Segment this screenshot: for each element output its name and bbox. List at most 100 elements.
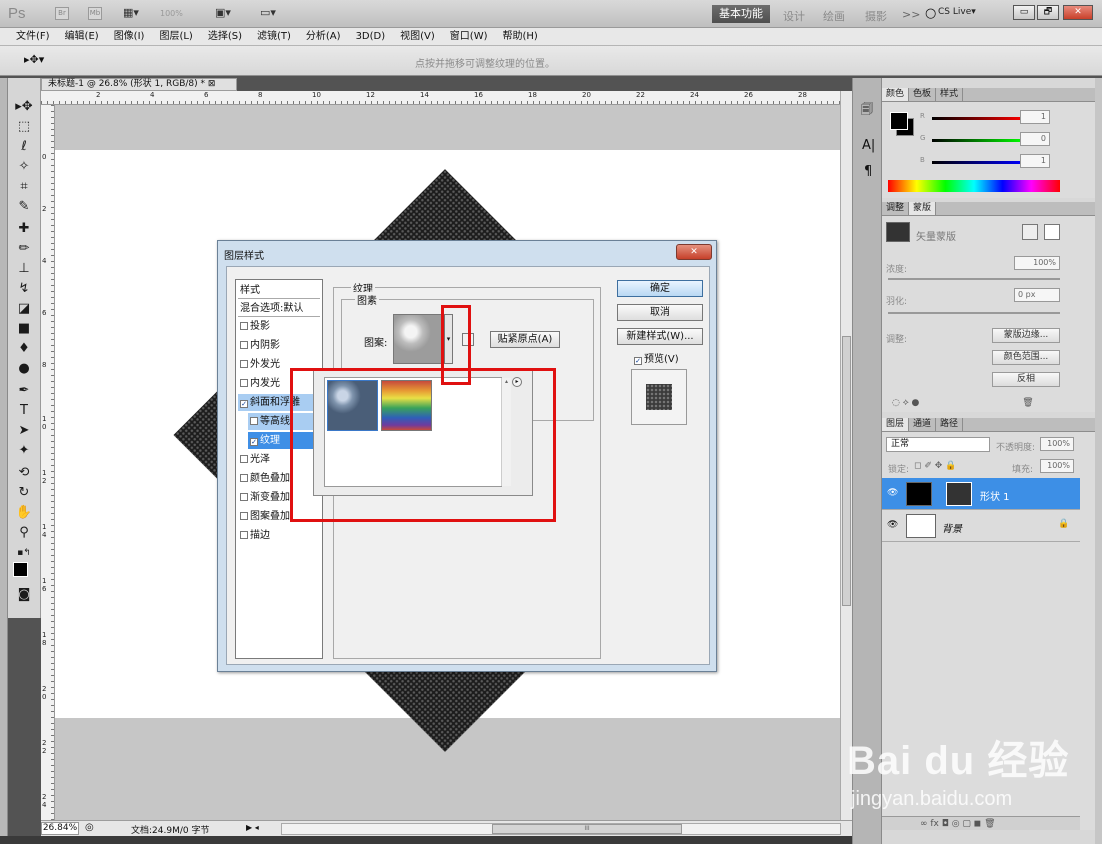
screen-mode-icon[interactable]: ▭▾	[255, 7, 281, 20]
marquee-tool-icon[interactable]: ⬚	[13, 118, 35, 136]
checkbox[interactable]	[240, 379, 248, 387]
menu-window[interactable]: 窗口(W)	[450, 28, 488, 46]
panel-scrollbar[interactable]	[1095, 78, 1102, 844]
tab-adjustments[interactable]: 调整	[882, 202, 910, 215]
custom-shape-tool-icon[interactable]: ✦	[13, 442, 35, 460]
tab-channels[interactable]: 通道	[909, 418, 937, 431]
menu-view[interactable]: 视图(V)	[400, 28, 435, 46]
style-inner-shadow[interactable]: 内阴影	[238, 337, 320, 354]
invert-button[interactable]: 反相	[992, 372, 1060, 387]
blending-options[interactable]: 混合选项:默认	[238, 300, 320, 317]
minimize-button[interactable]: ▭	[1013, 5, 1035, 20]
lock-icons[interactable]: ◻ ✐ ✥ 🔒	[914, 461, 956, 471]
hand-tool-icon[interactable]: ✋	[13, 504, 35, 522]
paragraph-panel-icon[interactable]: ¶	[864, 164, 872, 179]
type-tool-icon[interactable]: T	[13, 402, 35, 420]
tab-swatches[interactable]: 色板	[909, 88, 937, 101]
channel-r-value[interactable]: 1	[1020, 110, 1050, 124]
cs-live-menu[interactable]: CS Live▾	[938, 7, 976, 17]
checkbox[interactable]	[240, 474, 248, 482]
vertical-scroll-thumb[interactable]	[842, 336, 851, 606]
crop-tool-icon[interactable]: ⌗	[13, 178, 35, 196]
menu-analysis[interactable]: 分析(A)	[306, 28, 341, 46]
color-range-button[interactable]: 颜色范围...	[992, 350, 1060, 365]
pixel-mask-button[interactable]	[1022, 224, 1038, 240]
view-extras-icon[interactable]: ▦▾	[118, 7, 144, 20]
workspace-photography-button[interactable]: 摄影	[865, 8, 887, 24]
channel-b-slider[interactable]	[932, 161, 1024, 164]
bridge-icon[interactable]: Br	[55, 7, 69, 20]
blend-mode-select[interactable]: 正常	[886, 437, 990, 452]
channel-g-value[interactable]: 0	[1020, 132, 1050, 146]
tab-layers[interactable]: 图层	[882, 418, 910, 431]
preview-checkbox[interactable]: ✓ 预览(V)	[634, 350, 679, 365]
pen-tool-icon[interactable]: ✒	[13, 382, 35, 400]
fill-value[interactable]: 100%	[1040, 459, 1074, 473]
visibility-eye-icon[interactable]: 👁	[887, 520, 898, 530]
vector-mask-thumbnail[interactable]	[946, 482, 972, 506]
status-nav-arrows[interactable]: ▶ ◂	[246, 823, 259, 832]
checkbox[interactable]	[240, 341, 248, 349]
3d-orbit-tool-icon[interactable]: ↻	[13, 484, 35, 502]
dialog-close-button[interactable]: ✕	[676, 244, 712, 260]
feather-slider[interactable]	[888, 312, 1060, 314]
checkbox[interactable]: ✓	[634, 357, 642, 365]
density-value[interactable]: 100%	[1014, 256, 1060, 270]
tab-styles[interactable]: 样式	[936, 88, 964, 101]
channel-r-slider[interactable]	[932, 117, 1024, 120]
horizontal-scrollbar[interactable]: III	[281, 823, 841, 835]
mask-edge-button[interactable]: 蒙版边缘...	[992, 328, 1060, 343]
menu-image[interactable]: 图像(I)	[114, 28, 145, 46]
menu-help[interactable]: 帮助(H)	[503, 28, 538, 46]
checkbox[interactable]	[240, 322, 248, 330]
layer-name[interactable]: 形状 1	[980, 488, 1010, 503]
snap-to-origin-button[interactable]: 贴紧原点(A)	[490, 331, 560, 348]
pattern-swatch[interactable]	[393, 314, 443, 364]
zoom-tool-icon[interactable]: ⚲	[13, 524, 35, 542]
lasso-tool-icon[interactable]: ℓ	[13, 138, 35, 156]
swap-colors-icon[interactable]: ▪↰	[13, 544, 35, 562]
layer-row-shape1[interactable]: 👁 形状 1	[882, 478, 1080, 510]
brush-tool-icon[interactable]: ✏	[13, 240, 35, 258]
channel-b-value[interactable]: 1	[1020, 154, 1050, 168]
status-info-icon[interactable]: ◎	[85, 822, 94, 833]
menu-3d[interactable]: 3D(D)	[356, 28, 386, 46]
tab-color[interactable]: 颜色	[882, 88, 910, 101]
opacity-value[interactable]: 100%	[1040, 437, 1074, 451]
workspace-painting-button[interactable]: 绘画	[823, 8, 845, 24]
checkbox[interactable]	[240, 531, 248, 539]
close-window-button[interactable]: ✕	[1063, 5, 1093, 20]
gradient-tool-icon[interactable]: ■	[13, 320, 35, 338]
styles-header[interactable]: 样式	[238, 282, 320, 299]
more-workspaces-button[interactable]: >>	[902, 8, 920, 21]
zoom-level[interactable]: 100%	[160, 9, 183, 18]
tool-preset-picker[interactable]: ▸✥▾	[24, 53, 44, 66]
density-slider[interactable]	[888, 278, 1060, 280]
menu-select[interactable]: 选择(S)	[208, 28, 242, 46]
clone-stamp-tool-icon[interactable]: ⊥	[13, 260, 35, 278]
checkbox[interactable]	[240, 360, 248, 368]
healing-brush-tool-icon[interactable]: ✚	[13, 220, 35, 238]
history-brush-tool-icon[interactable]: ↯	[13, 280, 35, 298]
arrange-documents-icon[interactable]: ▣▾	[210, 7, 236, 20]
cancel-button[interactable]: 取消	[617, 304, 703, 321]
ok-button[interactable]: 确定	[617, 280, 703, 297]
blur-tool-icon[interactable]: ♦	[13, 340, 35, 358]
checkbox[interactable]	[240, 512, 248, 520]
foreground-color-swatch[interactable]	[13, 562, 28, 577]
eraser-tool-icon[interactable]: ◪	[13, 300, 35, 318]
checkbox[interactable]: ✓	[250, 438, 258, 446]
document-info[interactable]: 文档:24.9M/0 字节	[131, 823, 209, 836]
history-panel-icon[interactable]: 🗐	[861, 100, 873, 121]
menu-file[interactable]: 文件(F)	[16, 28, 50, 46]
character-panel-icon[interactable]: A|	[862, 138, 875, 153]
tab-paths[interactable]: 路径	[936, 418, 964, 431]
checkbox[interactable]: ✓	[240, 400, 248, 408]
horizontal-scroll-thumb[interactable]: III	[492, 824, 682, 834]
style-drop-shadow[interactable]: 投影	[238, 318, 320, 335]
path-selection-tool-icon[interactable]: ➤	[13, 422, 35, 440]
eyedropper-tool-icon[interactable]: ✎	[13, 198, 35, 216]
channel-g-slider[interactable]	[932, 139, 1024, 142]
zoom-field[interactable]: 26.84%	[41, 822, 79, 835]
document-tab[interactable]: 未标题-1 @ 26.8% (形状 1, RGB/8) * ⊠	[41, 78, 237, 91]
